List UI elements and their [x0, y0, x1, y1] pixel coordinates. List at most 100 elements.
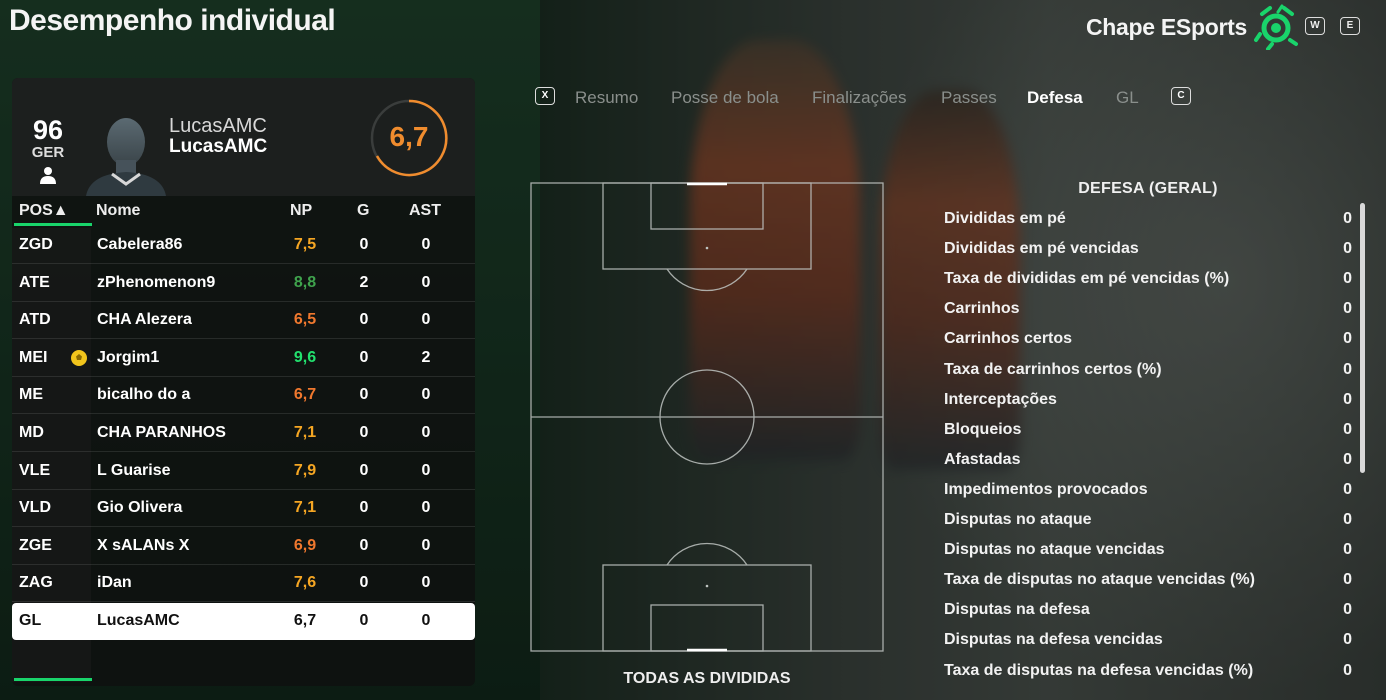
key-e-button[interactable]: E [1340, 17, 1360, 35]
player-assists: 0 [421, 536, 431, 554]
player-position: ZAG [19, 574, 53, 592]
prev-tab-key-x[interactable]: X [535, 87, 555, 105]
stat-row: Carrinhos 0 [944, 300, 1354, 330]
player-goals: 0 [359, 236, 369, 253]
stat-label: Interceptações [944, 390, 1057, 408]
player-match-rating: 7,1 [293, 499, 317, 517]
player-position: ZGD [19, 236, 53, 253]
table-row[interactable]: MD CHA PARANHOS 7,1 0 0 [12, 415, 475, 452]
player-goals: 2 [359, 273, 369, 291]
player-position: ATE [19, 273, 50, 291]
stat-label: Disputas no ataque vencidas [944, 541, 1165, 559]
stat-row: Divididas em pé 0 [944, 210, 1354, 240]
table-row[interactable]: GL LucasAMC 6,7 0 0 [12, 603, 475, 640]
stat-label: Taxa de disputas na defesa vencidas (%) [944, 661, 1254, 679]
player-position: ZGE [19, 536, 52, 554]
player-name: L Guarise [97, 461, 171, 479]
stat-value: 0 [1343, 210, 1352, 227]
stat-label: Impedimentos provocados [944, 480, 1148, 498]
tab-passes[interactable]: Passes [941, 88, 997, 108]
player-match-rating: 7,9 [293, 461, 317, 479]
player-position: VLE [19, 461, 51, 479]
table-row[interactable]: VLD Gio Olivera 7,1 0 0 [12, 490, 475, 528]
tab-defesa[interactable]: Defesa [1027, 88, 1083, 108]
next-tab-key-c[interactable]: C [1171, 87, 1191, 105]
stat-label: Afastadas [944, 450, 1021, 468]
player-goals: 0 [359, 311, 369, 329]
player-goals: 0 [359, 499, 369, 517]
key-w-button[interactable]: W [1305, 17, 1325, 35]
player-match-rating: 7,5 [293, 236, 317, 253]
player-position: VLD [19, 499, 51, 517]
column-header-name[interactable]: Nome [96, 202, 140, 220]
club-name: Chape ESports [1086, 14, 1247, 40]
column-header-np[interactable]: NP [290, 202, 312, 220]
stat-row: Interceptações 0 [944, 391, 1354, 421]
stat-row: Afastadas 0 [944, 451, 1354, 481]
stat-label: Carrinhos [944, 300, 1020, 318]
stats-title: DEFESA (GERAL) [1078, 180, 1218, 197]
stat-row: Disputas no ataque 0 [944, 511, 1354, 541]
stat-value: 0 [1343, 330, 1352, 348]
table-row[interactable]: ATE zPhenomenon9 8,8 2 0 [12, 265, 475, 302]
table-row[interactable]: ZGE X sALANs X 6,9 0 0 [12, 528, 475, 565]
stats-scrollbar[interactable] [1360, 203, 1365, 473]
stat-value: 0 [1343, 571, 1352, 589]
column-header-ast[interactable]: AST [409, 202, 441, 220]
table-row[interactable]: ATD CHA Alezera 6,5 0 0 [12, 302, 475, 340]
tab-finaliza-es[interactable]: Finalizações [812, 88, 907, 108]
player-goals: 0 [359, 424, 369, 441]
player-assists: 2 [421, 348, 431, 366]
player-rating: 6,7 [389, 121, 429, 152]
player-name: Cabelera86 [97, 236, 183, 253]
stat-value: 0 [1343, 631, 1352, 649]
player-assists: 0 [421, 461, 431, 479]
player-goals: 0 [359, 348, 369, 366]
table-row[interactable]: ZGD Cabelera86 7,5 0 0 [12, 227, 475, 264]
tab-resumo[interactable]: Resumo [575, 88, 638, 108]
player-name: iDan [97, 574, 132, 592]
player-match-rating: 7,6 [293, 574, 317, 592]
column-header-pos[interactable]: POS▲ [19, 202, 69, 220]
player-overall-label: GER [31, 144, 65, 161]
stat-label: Divididas em pé [944, 210, 1066, 227]
player-match-rating: 9,6 [293, 348, 317, 366]
stat-value: 0 [1343, 270, 1352, 288]
stat-value: 0 [1343, 450, 1352, 468]
column-header-g[interactable]: G [357, 202, 369, 220]
stat-label: Divididas em pé vencidas [944, 240, 1139, 258]
player-match-rating: 8,8 [293, 273, 317, 291]
table-row[interactable]: VLE L Guarise 7,9 0 0 [12, 453, 475, 490]
player-name: Jorgim1 [97, 348, 160, 366]
tab-posse-de-bola[interactable]: Posse de bola [671, 88, 779, 108]
player-assists: 0 [421, 311, 431, 329]
table-row[interactable]: ZAG iDan 7,6 0 0 [12, 565, 475, 603]
player-match-rating: 7,1 [293, 424, 317, 441]
player-overall: 96 [32, 115, 64, 145]
pitch-diagram [530, 182, 884, 652]
player-name: LucasAMC [97, 612, 180, 629]
player-name: X sALANs X [97, 536, 190, 554]
stat-label: Taxa de disputas no ataque vencidas (%) [944, 571, 1255, 589]
player-assists: 0 [421, 236, 431, 253]
stat-value: 0 [1343, 390, 1352, 408]
stat-row: Carrinhos certos 0 [944, 330, 1354, 360]
player-goals: 0 [359, 612, 369, 629]
person-icon [40, 167, 56, 184]
pitch-title: TODAS AS DIVIDIDAS [623, 670, 791, 687]
stat-row: Taxa de divididas em pé vencidas (%) 0 [944, 270, 1354, 300]
player-match-rating: 6,7 [293, 386, 317, 404]
stat-row: Disputas na defesa vencidas 0 [944, 631, 1354, 661]
table-row[interactable]: MEI Jorgim1 9,6 0 2 [12, 340, 475, 377]
stat-value: 0 [1343, 360, 1352, 378]
table-row[interactable]: ME bicalho do a 6,7 0 0 [12, 377, 475, 415]
stat-row: Taxa de disputas no ataque vencidas (%) 0 [944, 571, 1354, 601]
player-assists: 0 [421, 499, 431, 517]
tab-gl[interactable]: GL [1116, 88, 1139, 108]
stat-row: Bloqueios 0 [944, 421, 1354, 451]
stat-row: Divididas em pé vencidas 0 [944, 240, 1354, 270]
stat-row: Taxa de carrinhos certos (%) 0 [944, 361, 1354, 391]
player-name: Gio Olivera [97, 499, 183, 517]
stat-value: 0 [1343, 601, 1352, 619]
mvp-ball-icon [71, 349, 87, 366]
